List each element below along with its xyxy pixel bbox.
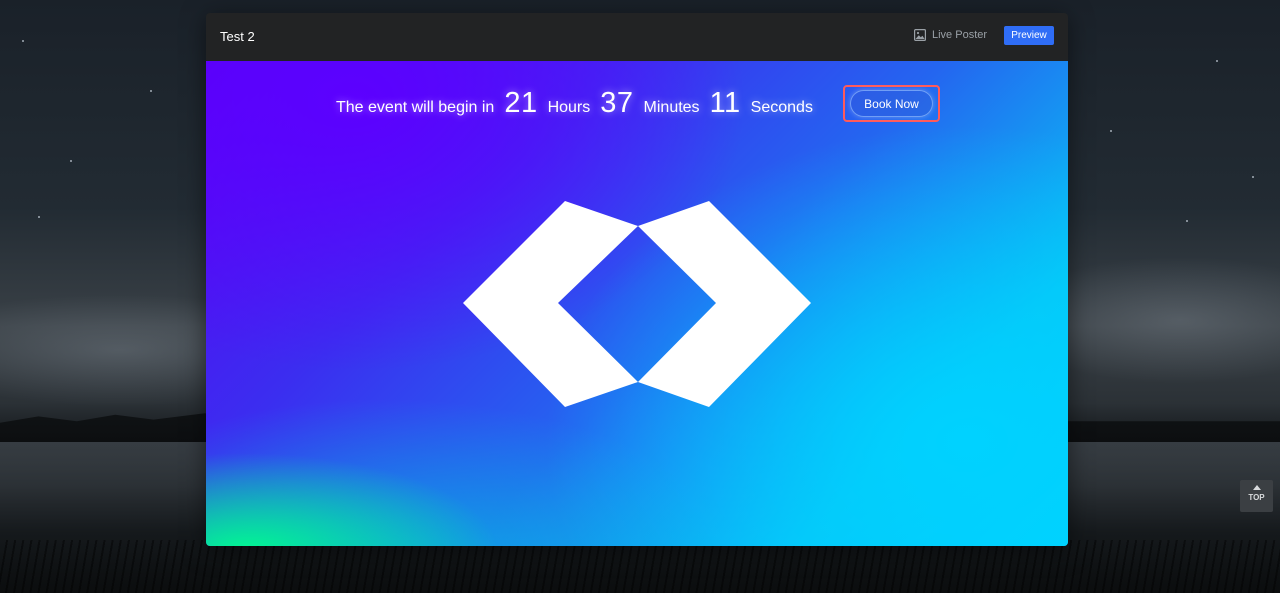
background-star: [22, 40, 24, 42]
countdown-intro: The event will begin in: [336, 99, 495, 116]
logo-left-chevron: [463, 201, 638, 407]
background-star: [1110, 130, 1112, 132]
countdown-seconds: 11: [709, 87, 741, 119]
preview-button[interactable]: Preview: [1004, 26, 1054, 45]
logo-right-chevron: [638, 201, 811, 407]
background-star: [1186, 220, 1188, 222]
card-header: Test 2 Live Poster Preview: [206, 13, 1068, 62]
card-title: Test 2: [220, 29, 255, 44]
countdown-seconds-label: Seconds: [750, 99, 813, 116]
background-star: [1252, 176, 1254, 178]
countdown-hours-label: Hours: [547, 99, 591, 116]
countdown-minutes: 37: [600, 87, 634, 119]
countdown-timer: The event will begin in 21 Hours 37 Minu…: [336, 87, 823, 121]
event-poster-stage: The event will begin in 21 Hours 37 Minu…: [206, 61, 1068, 546]
live-poster-link[interactable]: Live Poster: [914, 29, 987, 41]
book-now-button[interactable]: Book Now: [850, 90, 933, 117]
book-now-highlight: Book Now: [843, 85, 940, 122]
arrow-up-icon: [1252, 485, 1261, 490]
background-star: [38, 216, 40, 218]
countdown-minutes-label: Minutes: [643, 99, 700, 116]
event-card: Test 2 Live Poster Preview The event wil…: [206, 13, 1068, 546]
background-grass: [0, 540, 1280, 593]
background-star: [70, 160, 72, 162]
countdown-hours: 21: [504, 87, 538, 119]
background-star: [150, 90, 152, 92]
live-poster-label: Live Poster: [932, 29, 988, 41]
background-star: [1216, 60, 1218, 62]
image-icon: [914, 29, 926, 41]
back-to-top-label: TOP: [1248, 493, 1265, 502]
diamond-logo: [463, 201, 811, 407]
back-to-top-button[interactable]: TOP: [1240, 480, 1273, 512]
